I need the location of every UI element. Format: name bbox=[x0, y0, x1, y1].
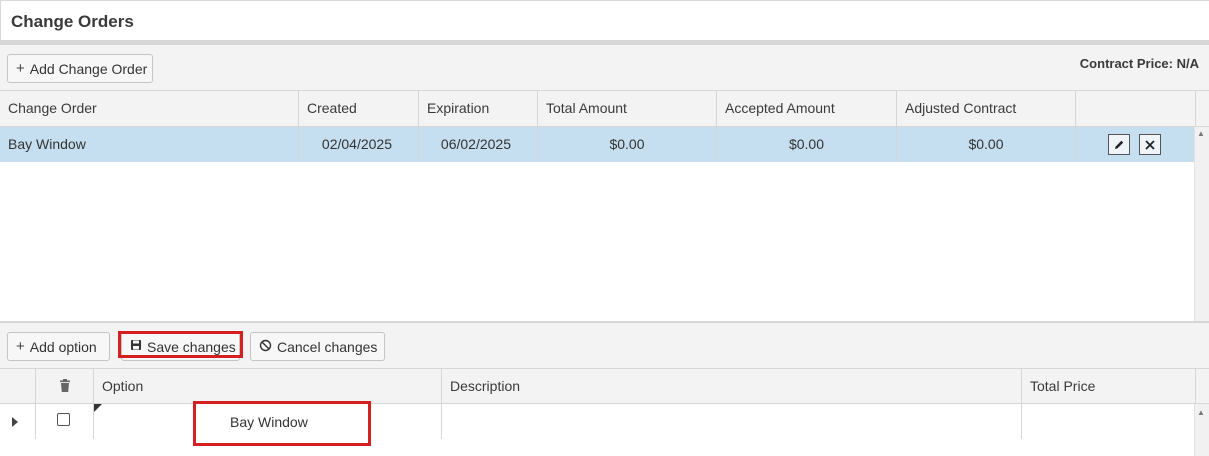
cell-accepted-amount: $0.00 bbox=[717, 127, 897, 162]
column-header-total-price[interactable]: Total Price bbox=[1022, 369, 1196, 404]
change-orders-scrollbar[interactable]: ▲ bbox=[1194, 127, 1209, 321]
add-change-order-label: Add Change Order bbox=[29, 60, 148, 77]
row-checkbox-cell bbox=[36, 404, 94, 439]
column-header-total-amount[interactable]: Total Amount bbox=[538, 91, 717, 127]
options-scrollbar[interactable]: ▲ bbox=[1194, 404, 1209, 456]
plus-icon: + bbox=[16, 60, 25, 77]
column-header-adjusted-contract[interactable]: Adjusted Contract bbox=[897, 91, 1076, 127]
scroll-up-icon[interactable]: ▲ bbox=[1197, 408, 1205, 417]
cancel-changes-button[interactable]: Cancel changes bbox=[250, 332, 385, 361]
change-orders-grid-header: Change Order Created Expiration Total Am… bbox=[0, 91, 1209, 127]
column-header-actions bbox=[1076, 91, 1196, 127]
add-option-label: Add option bbox=[29, 338, 97, 355]
dirty-cell-indicator bbox=[94, 404, 102, 412]
save-changes-highlight bbox=[118, 331, 243, 358]
expand-arrow-icon[interactable] bbox=[12, 417, 18, 427]
plus-icon: + bbox=[16, 338, 25, 355]
column-header-option[interactable]: Option bbox=[94, 369, 442, 404]
cancel-circle-icon bbox=[259, 339, 272, 355]
cell-total-amount: $0.00 bbox=[538, 127, 717, 162]
cell-adjusted-contract: $0.00 bbox=[897, 127, 1076, 162]
edit-pencil-icon bbox=[1115, 140, 1124, 149]
option-name-highlight bbox=[193, 401, 371, 446]
cell-change-order-name: Bay Window bbox=[0, 127, 299, 162]
total-price-cell[interactable] bbox=[1022, 404, 1194, 439]
table-row[interactable]: Bay Window 02/04/2025 06/02/2025 $0.00 $… bbox=[0, 127, 1194, 162]
cell-created: 02/04/2025 bbox=[299, 127, 419, 162]
delete-button[interactable] bbox=[1139, 134, 1161, 155]
trash-icon bbox=[59, 379, 70, 392]
column-header-expiration[interactable]: Expiration bbox=[419, 91, 538, 127]
add-change-order-button[interactable]: + Add Change Order bbox=[7, 54, 153, 83]
column-header-created[interactable]: Created bbox=[299, 91, 419, 127]
page-title: Change Orders bbox=[11, 12, 134, 31]
options-grid-body: Bay Window bbox=[0, 404, 1194, 456]
scroll-up-icon[interactable]: ▲ bbox=[1197, 129, 1205, 138]
column-header-accepted-amount[interactable]: Accepted Amount bbox=[717, 91, 897, 127]
change-orders-toolbar: + Add Change Order Contract Price: N/A bbox=[0, 45, 1209, 91]
row-select-checkbox[interactable] bbox=[57, 413, 70, 426]
row-expander-cell[interactable] bbox=[0, 404, 36, 439]
column-header-delete[interactable] bbox=[36, 369, 94, 404]
column-header-expand bbox=[0, 369, 36, 404]
cancel-changes-label: Cancel changes bbox=[277, 338, 378, 355]
change-orders-grid-body: Bay Window 02/04/2025 06/02/2025 $0.00 $… bbox=[0, 127, 1194, 322]
cell-row-actions bbox=[1076, 127, 1194, 162]
cell-expiration: 06/02/2025 bbox=[419, 127, 538, 162]
add-option-button[interactable]: + Add option bbox=[7, 332, 110, 361]
column-header-change-order[interactable]: Change Order bbox=[0, 91, 299, 127]
contract-price: Contract Price: N/A bbox=[1079, 56, 1199, 71]
description-cell[interactable] bbox=[442, 404, 1022, 439]
page-header: Change Orders bbox=[0, 0, 1209, 41]
delete-x-icon bbox=[1145, 139, 1155, 150]
column-header-description[interactable]: Description bbox=[442, 369, 1022, 404]
options-grid-header: Option Description Total Price bbox=[0, 369, 1209, 404]
edit-button[interactable] bbox=[1108, 134, 1130, 155]
